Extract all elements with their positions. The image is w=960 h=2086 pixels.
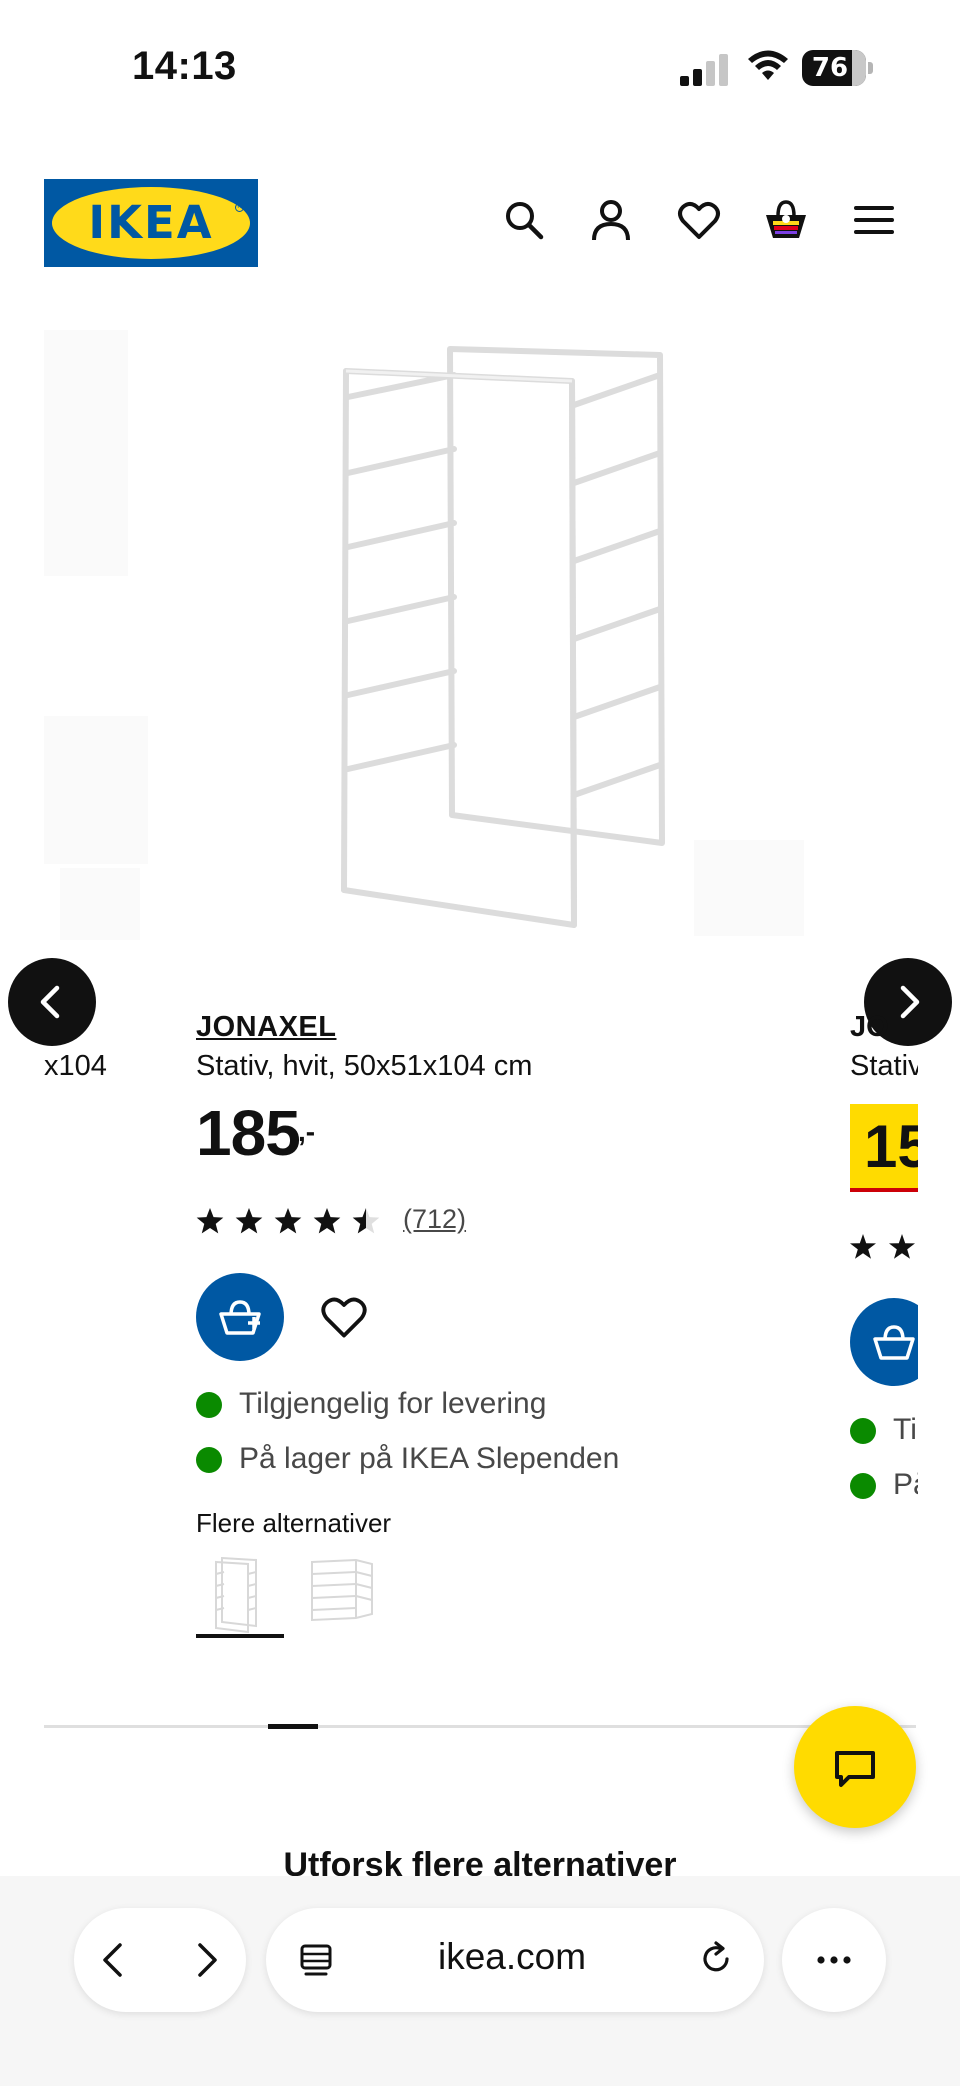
menu-icon[interactable] bbox=[852, 198, 896, 242]
carousel-prev-button[interactable] bbox=[8, 958, 96, 1046]
shopping-bag-icon[interactable] bbox=[764, 198, 808, 242]
prev-product-image-lower bbox=[44, 716, 148, 864]
ikea-logo[interactable]: IKEA R bbox=[44, 179, 258, 267]
reload-icon[interactable] bbox=[698, 1940, 734, 1976]
product-name-link[interactable]: JONAXEL bbox=[196, 1011, 336, 1044]
next-store-status-dot bbox=[850, 1473, 876, 1499]
status-time: 14:13 bbox=[132, 44, 237, 88]
signal-icon bbox=[680, 54, 728, 86]
prev-product-image-shadow bbox=[60, 868, 140, 940]
back-icon[interactable] bbox=[96, 1942, 132, 1978]
store-availability: På lager på IKEA Slependen bbox=[239, 1442, 620, 1475]
battery-level: 76 bbox=[811, 53, 849, 83]
url-text[interactable]: ikea.com bbox=[438, 1936, 586, 1978]
next-product-add-to-cart-button[interactable] bbox=[850, 1298, 918, 1386]
rating-star-filled bbox=[274, 1208, 302, 1234]
account-icon[interactable] bbox=[589, 198, 633, 242]
chat-bubble-icon bbox=[835, 1751, 875, 1787]
wifi-icon bbox=[748, 50, 788, 80]
search-icon[interactable] bbox=[502, 198, 546, 242]
rating-stars bbox=[196, 1208, 380, 1234]
forward-icon[interactable] bbox=[188, 1942, 224, 1978]
heart-icon[interactable] bbox=[677, 198, 721, 242]
tabs-icon[interactable] bbox=[298, 1942, 334, 1978]
rating-star-filled bbox=[196, 1208, 224, 1234]
carousel-scrollbar[interactable] bbox=[44, 1725, 916, 1728]
section-heading: Utforsk flere alternativer bbox=[283, 1846, 677, 1876]
product-description: Stativ, hvit, 50x51x104 cm bbox=[196, 1050, 533, 1082]
next-delivery-availability: Ti bbox=[893, 1413, 917, 1446]
section-heading-container: Utforsk flere alternativer bbox=[0, 1842, 960, 1876]
next-product-rating-stars bbox=[850, 1234, 915, 1259]
rating-star-filled bbox=[235, 1208, 263, 1234]
add-to-wishlist-heart-icon[interactable] bbox=[320, 1293, 368, 1341]
delivery-status-dot bbox=[196, 1392, 222, 1418]
rating-star-filled bbox=[313, 1208, 341, 1234]
next-product-name: JO bbox=[850, 1011, 889, 1043]
product-image[interactable] bbox=[318, 335, 678, 935]
prev-product-image bbox=[44, 330, 128, 576]
next-product-description: Stativ bbox=[850, 1050, 918, 1082]
next-product-image bbox=[694, 840, 804, 936]
add-to-cart-button[interactable] bbox=[196, 1273, 284, 1361]
prev-product-description: x104 bbox=[44, 1050, 107, 1082]
alternative-selected-indicator bbox=[196, 1634, 284, 1638]
next-product-price-highlight: 15 bbox=[850, 1104, 918, 1192]
next-product-card[interactable]: JO Stativ 15 Ti På bbox=[850, 1000, 918, 1520]
carousel-scrollbar-thumb[interactable] bbox=[268, 1724, 318, 1729]
store-status-dot bbox=[196, 1447, 222, 1473]
alternative-thumbnail-2[interactable] bbox=[298, 1552, 386, 1636]
battery-icon: 76 bbox=[802, 50, 874, 86]
chevron-left-icon bbox=[40, 985, 60, 1019]
review-count-link[interactable]: (712) bbox=[403, 1204, 466, 1235]
more-icon bbox=[817, 1956, 851, 1964]
delivery-availability: Tilgjengelig for levering bbox=[239, 1387, 547, 1420]
alternative-thumbnail-1[interactable] bbox=[196, 1552, 284, 1636]
next-product-price: 15 bbox=[864, 1113, 918, 1180]
next-store-availability: På bbox=[893, 1468, 918, 1501]
next-delivery-status-dot bbox=[850, 1418, 876, 1444]
price-suffix: ,- bbox=[298, 1116, 316, 1147]
product-price: 185 bbox=[196, 1097, 301, 1169]
add-to-cart-icon bbox=[873, 1325, 915, 1360]
chat-button[interactable] bbox=[794, 1706, 916, 1828]
logo-text: IKEA bbox=[88, 196, 214, 249]
add-to-cart-icon bbox=[219, 1300, 261, 1335]
alternatives-label: Flere alternativer bbox=[196, 1508, 392, 1538]
